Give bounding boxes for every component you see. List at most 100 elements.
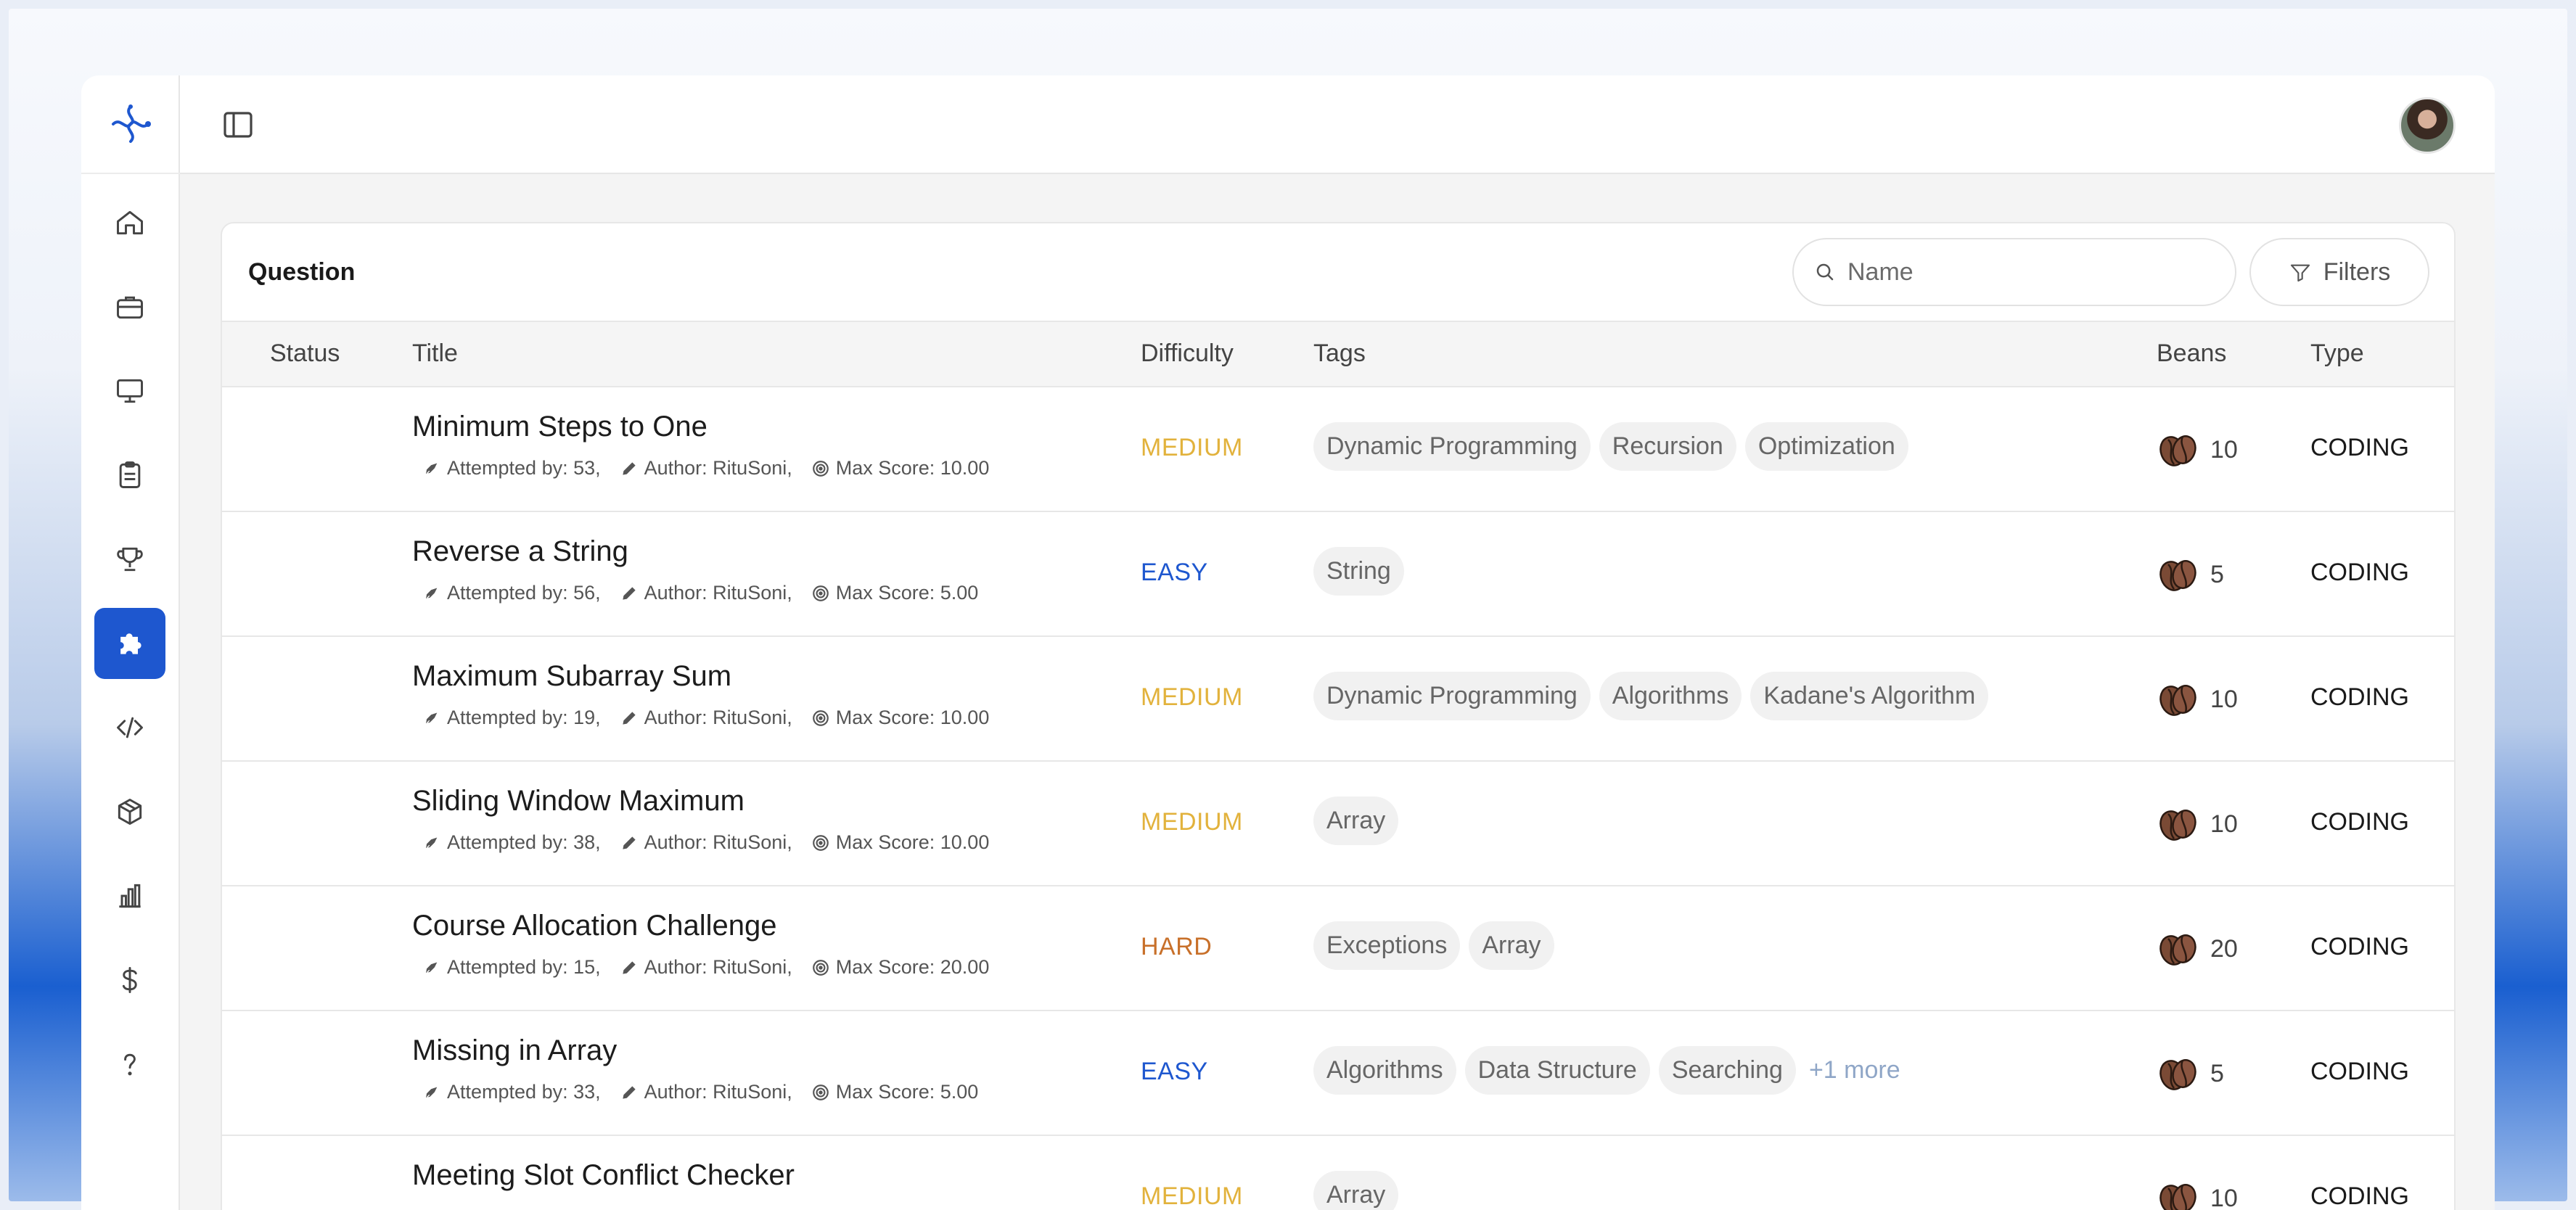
tag-list: AlgorithmsData StructureSearching +1 more bbox=[1313, 1046, 1900, 1095]
column-header-beans[interactable]: Beans bbox=[2157, 339, 2226, 368]
sidebar-item-tests[interactable] bbox=[94, 440, 165, 511]
tag-chip[interactable]: Array bbox=[1313, 797, 1398, 845]
sidebar-item-monitor[interactable] bbox=[94, 355, 165, 427]
author: Author: RituSoni, bbox=[644, 457, 792, 480]
pencil-icon bbox=[620, 459, 639, 478]
beans-value: 5 bbox=[2210, 1060, 2224, 1088]
search-input[interactable] bbox=[1847, 258, 2196, 287]
tag-chip[interactable]: Dynamic Programming bbox=[1313, 422, 1591, 471]
tag-list: String bbox=[1313, 547, 1404, 596]
table-row[interactable]: Sliding Window Maximum Attempted by: 38, A… bbox=[222, 762, 2454, 886]
question-title[interactable]: Missing in Array bbox=[412, 1034, 617, 1067]
max-score: Max Score: 20.00 bbox=[836, 956, 990, 979]
beans-value: 20 bbox=[2210, 935, 2238, 963]
sidebar-item-home[interactable] bbox=[94, 187, 165, 258]
sidebar-item-packages[interactable] bbox=[94, 776, 165, 847]
more-tags-link[interactable]: +1 more bbox=[1809, 1056, 1900, 1085]
table-row[interactable]: Maximum Subarray Sum Attempted by: 19,Aut… bbox=[222, 637, 2454, 762]
sidebar-item-billing[interactable] bbox=[94, 944, 165, 1016]
max-score: Max Score: 5.00 bbox=[836, 1081, 979, 1103]
target-icon bbox=[811, 958, 830, 977]
coffee-bean-icon bbox=[2157, 929, 2199, 969]
sidebar-item-code[interactable] bbox=[94, 692, 165, 763]
tag-chip[interactable]: Algorithms bbox=[1599, 672, 1742, 720]
beans-cell: 5 bbox=[2157, 554, 2224, 595]
tag-list: Dynamic ProgrammingRecursionOptimization bbox=[1313, 422, 1908, 471]
tag-chip[interactable]: Data Structure bbox=[1465, 1046, 1650, 1095]
tag-chip[interactable]: Dynamic Programming bbox=[1313, 672, 1591, 720]
question-meta: Attempted by: 56,Author: RituSoni,Max Sc… bbox=[422, 582, 991, 604]
attempted-count: Attempted by: 15, bbox=[447, 956, 601, 979]
max-score: Max Score: 10.00 bbox=[836, 457, 990, 480]
tag-chip[interactable]: String bbox=[1313, 547, 1404, 596]
tag-chip[interactable]: Algorithms bbox=[1313, 1046, 1456, 1095]
question-type: CODING bbox=[2310, 1182, 2409, 1210]
table-row[interactable]: Reverse a String Attempted by: 56,Author:… bbox=[222, 512, 2454, 637]
filters-button[interactable]: Filters bbox=[2249, 238, 2429, 306]
card-header: Question Filters bbox=[222, 223, 2454, 321]
table-row[interactable]: Minimum Steps to One Attempted by: 53, Aut… bbox=[222, 387, 2454, 512]
difficulty-label: HARD bbox=[1141, 933, 1212, 961]
author: Author: RituSoni, bbox=[644, 582, 792, 604]
target-icon bbox=[811, 584, 830, 603]
attempted-count: Attempted by: 53, bbox=[447, 457, 601, 480]
question-title[interactable]: Course Allocation Challenge bbox=[412, 910, 777, 942]
target-icon bbox=[811, 1083, 830, 1102]
column-header-status[interactable]: Status bbox=[270, 339, 340, 368]
beans-cell: 20 bbox=[2157, 929, 2238, 969]
table-row[interactable]: Missing in ArrayAttempted by: 33,Author:… bbox=[222, 1011, 2454, 1136]
sidebar-item-analytics[interactable] bbox=[94, 860, 165, 931]
question-type: CODING bbox=[2310, 683, 2409, 712]
beans-cell: 10 bbox=[2157, 429, 2238, 470]
beans-cell: 5 bbox=[2157, 1053, 2224, 1094]
column-header-tags[interactable]: Tags bbox=[1313, 339, 1366, 368]
column-header-type[interactable]: Type bbox=[2310, 339, 2364, 368]
table-row[interactable]: Meeting Slot Conflict CheckerMEDIUMArray… bbox=[222, 1136, 2454, 1210]
briefcase-icon bbox=[114, 291, 146, 323]
monitor-icon bbox=[114, 375, 146, 407]
tag-chip[interactable]: Recursion bbox=[1599, 422, 1736, 471]
tag-chip[interactable]: Kadane's Algorithm bbox=[1750, 672, 1988, 720]
author: Author: RituSoni, bbox=[644, 831, 792, 854]
sidebar-item-help[interactable] bbox=[94, 1029, 165, 1100]
question-title[interactable]: Reverse a String bbox=[412, 535, 628, 568]
sidebar-item-contests[interactable] bbox=[94, 524, 165, 595]
home-icon bbox=[114, 207, 146, 239]
logo-icon bbox=[107, 101, 154, 147]
author: Author: RituSoni, bbox=[644, 956, 792, 979]
column-header-title[interactable]: Title bbox=[412, 339, 458, 368]
beans-value: 10 bbox=[2210, 1185, 2238, 1210]
question-title[interactable]: Maximum Subarray Sum bbox=[412, 660, 731, 693]
sidebar-item-jobs[interactable] bbox=[94, 271, 165, 342]
tag-chip[interactable]: Exceptions bbox=[1313, 921, 1460, 970]
question-meta: Attempted by: 19,Author: RituSoni,Max Sc… bbox=[422, 707, 1002, 729]
question-title[interactable]: Sliding Window Maximum bbox=[412, 785, 745, 818]
pencil-icon bbox=[620, 834, 639, 852]
help-icon bbox=[114, 1048, 146, 1080]
attempted-count: Attempted by: 38, bbox=[447, 831, 601, 854]
beans-cell: 10 bbox=[2157, 804, 2238, 844]
app-window: Question Filters Status Title Difficulty… bbox=[81, 75, 2495, 1210]
question-title[interactable]: Minimum Steps to One bbox=[412, 411, 707, 443]
tag-chip[interactable]: Array bbox=[1469, 921, 1554, 970]
top-bar bbox=[180, 75, 2495, 174]
tag-chip[interactable]: Array bbox=[1313, 1171, 1398, 1210]
beans-value: 10 bbox=[2210, 810, 2238, 839]
tag-chip[interactable]: Searching bbox=[1659, 1046, 1796, 1095]
question-title[interactable]: Meeting Slot Conflict Checker bbox=[412, 1159, 795, 1192]
cube-icon bbox=[114, 796, 146, 828]
table-row[interactable]: Course Allocation Challenge Attempted by:… bbox=[222, 886, 2454, 1011]
attempted-icon bbox=[422, 1083, 441, 1102]
sidebar-toggle-icon[interactable] bbox=[221, 107, 255, 142]
sidebar-item-questions[interactable] bbox=[94, 608, 165, 679]
tag-list: Dynamic ProgrammingAlgorithmsKadane's Al… bbox=[1313, 672, 1988, 720]
logo[interactable] bbox=[81, 75, 180, 174]
search-box[interactable] bbox=[1792, 238, 2236, 306]
avatar[interactable] bbox=[2399, 97, 2456, 154]
author: Author: RituSoni, bbox=[644, 707, 792, 729]
target-icon bbox=[811, 709, 830, 728]
attempted-icon bbox=[422, 709, 441, 728]
tag-chip[interactable]: Optimization bbox=[1745, 422, 1908, 471]
column-header-difficulty[interactable]: Difficulty bbox=[1141, 339, 1234, 368]
beans-value: 10 bbox=[2210, 436, 2238, 464]
